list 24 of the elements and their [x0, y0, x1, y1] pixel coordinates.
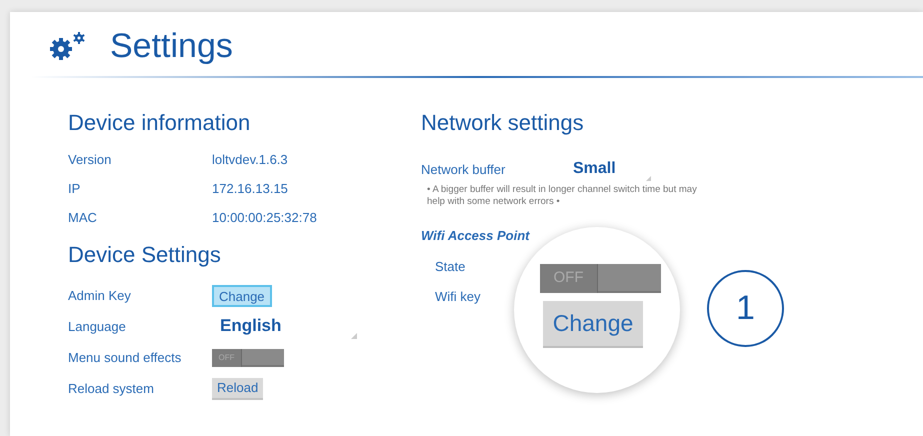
- setting-label: Wifi key: [435, 288, 482, 306]
- language-select[interactable]: English: [212, 314, 357, 338]
- setting-button[interactable]: Change: [212, 284, 272, 306]
- buffer-note: • A bigger buffer will result in longer channel switch time but may help with some network errors •: [427, 184, 698, 208]
- info-label: Version: [68, 151, 112, 169]
- info-label: IP: [68, 180, 82, 198]
- buffer-select[interactable]: Small: [573, 159, 651, 181]
- setting-button[interactable]: Reload: [212, 378, 264, 400]
- page-title: Settings: [110, 29, 233, 63]
- wifi-key-button[interactable]: Change: [543, 301, 643, 348]
- info-value: 10:00:00:25:32:78: [212, 209, 317, 227]
- setting-label: Language: [68, 318, 127, 336]
- setting-label: Network buffer: [421, 161, 506, 180]
- subsection-title: Wifi Access Point: [421, 227, 531, 245]
- section-title: Device Settings: [68, 244, 222, 266]
- info-value: 172.16.13.15: [212, 180, 288, 198]
- info-value: loltvdev.1.6.3: [212, 151, 288, 169]
- info-label: MAC: [68, 209, 98, 227]
- setting-label: Reload system: [68, 380, 155, 398]
- setting-label: Admin Key: [68, 286, 132, 305]
- setting-label: Menu sound effects: [68, 348, 182, 367]
- section-title: Device information: [68, 112, 252, 134]
- section-title: Network settings: [421, 112, 585, 134]
- setting-label: State: [435, 258, 466, 276]
